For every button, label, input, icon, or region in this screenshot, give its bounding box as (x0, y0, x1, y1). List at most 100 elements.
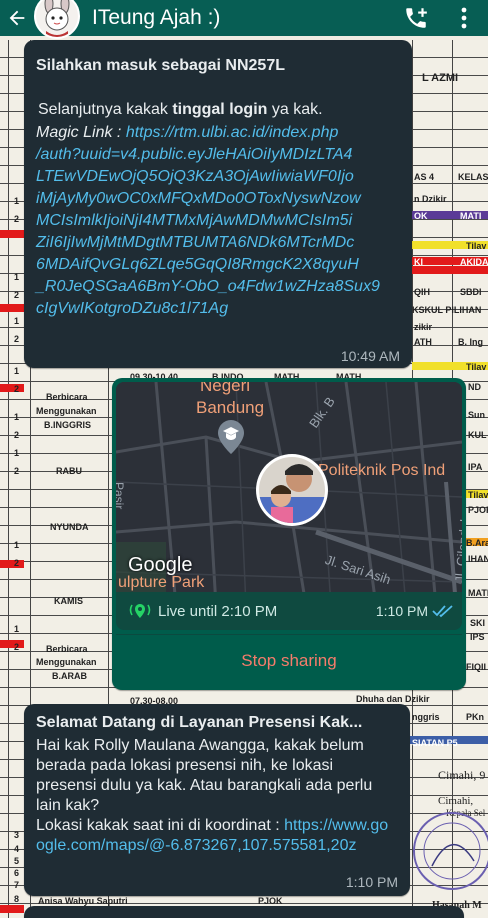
wallpaper-row-number: 2 (14, 334, 20, 344)
incoming-message-bubble[interactable]: Silahkan masuk sebagai NN257L Selanjutny… (24, 40, 412, 368)
wallpaper-text: KELAS (458, 172, 488, 182)
chat-header: ITeung Ajah :) (0, 0, 488, 39)
more-options-button[interactable] (440, 0, 488, 36)
wallpaper-row-number: 5 (14, 856, 20, 866)
wallpaper-text: L AZMI (422, 72, 459, 84)
wallpaper-text: MATI (460, 211, 482, 221)
wallpaper-row-number: 2 (14, 558, 20, 568)
wallpaper-text: MATI (468, 588, 488, 598)
link-line: https://rtm.ulbi.ac.id/index.php (125, 124, 339, 141)
wallpaper-row-number: 1 (14, 272, 20, 282)
wallpaper-row-number: 1 (14, 316, 20, 326)
location-label: Lokasi kakak saat ini di koordinat : (36, 817, 285, 834)
wallpaper-text: SIATAN P5 (412, 738, 458, 748)
wallpaper-text: PKn (466, 712, 484, 722)
live-location-icon (129, 604, 151, 618)
wallpaper-text: Anisa Wahyu Saputri (38, 896, 128, 906)
wallpaper-text: ND (468, 382, 481, 392)
wallpaper-text: PJOK (468, 505, 488, 515)
wallpaper-row-number: 2 (14, 430, 20, 440)
wallpaper-row-number: 1 (14, 196, 20, 206)
wallpaper-text: SKI (470, 618, 486, 628)
stop-sharing-button[interactable]: Stop sharing (116, 634, 462, 686)
wallpaper-row-number: 1 (14, 624, 20, 634)
magic-link-label: Magic Link : (36, 124, 126, 141)
map-label: Negeri (200, 382, 251, 395)
magic-link[interactable]: https://rtm.ulbi.ac.id/index.php/auth?uu… (36, 124, 380, 317)
wallpaper-text: B. Ing (458, 337, 483, 347)
map-label: Bandung (196, 398, 265, 417)
wallpaper-text: RABU (56, 466, 82, 476)
incoming-message-bubble[interactable] (24, 906, 464, 918)
link-line: MCIsImlkIjoiNjI4MTMxMjAwMDMwMCIsIm5i (36, 212, 353, 229)
wallpaper-text: IPS (470, 632, 485, 642)
wallpaper-text: Dhuha dan Dzikir (356, 694, 430, 704)
link-line: cIgVwIKotgroDZu8c1l71Ag (36, 300, 229, 317)
contact-avatar[interactable] (34, 0, 80, 39)
wallpaper-row-number: 2 (14, 642, 20, 652)
wallpaper-text: KAMIS (54, 596, 83, 606)
wallpaper-text: B.Ara (466, 538, 488, 548)
wallpaper-text: Cimahi, 9 (438, 768, 486, 782)
wallpaper-band (412, 266, 488, 274)
add-call-icon (406, 8, 427, 28)
wallpaper-text: Tilav (466, 241, 487, 251)
wallpaper-row-number: 2 (14, 466, 20, 476)
wallpaper-band (0, 905, 24, 913)
link-line: iMjAyMy0wOC0xMFQxMDo0OToxNyswNzow (36, 190, 361, 207)
wallpaper-row-number: 1 (14, 412, 20, 422)
wallpaper-text: Sun (468, 410, 485, 420)
wallpaper-text: Berbicara (46, 392, 88, 402)
link-line: _R0JeQSGaA6BmY-ObO_o4Fdw1wZHza8Sux9 (36, 278, 380, 295)
read-receipt-icon (432, 605, 453, 618)
magic-link-text: Magic Link : https://rtm.ulbi.ac.id/inde… (36, 122, 406, 320)
wallpaper-row-number: 2 (14, 290, 20, 300)
wallpaper-text: PJOK (258, 896, 283, 906)
message-time: 10:49 AM (340, 348, 400, 364)
wallpaper-row-number: 1 (14, 448, 20, 458)
map-label: Pasir (116, 482, 126, 510)
wallpaper-row-number: 2 (14, 384, 20, 394)
wallpaper-text: Berbicara (46, 644, 88, 654)
wallpaper-row-number: 3 (14, 830, 20, 840)
wallpaper-band (0, 304, 24, 312)
wallpaper-band (0, 230, 24, 238)
wallpaper-band (0, 384, 24, 392)
wallpaper-row-number: 8 (14, 894, 20, 904)
message-text: Selanjutnya kakak tinggal login ya kak. (38, 99, 323, 120)
avatar-image (36, 0, 78, 37)
map-label: regar (116, 432, 118, 461)
live-location-map[interactable]: Negeri Bandung Blk. B Politeknik Pos Ind… (116, 382, 462, 606)
wallpaper-row-number: 7 (14, 880, 20, 890)
live-until-text: Live until 2:10 PM (158, 602, 278, 620)
wallpaper-row-number: 1 (14, 366, 20, 376)
wallpaper-row-number: 2 (14, 214, 20, 224)
live-location-status: Live until 2:10 PM 1:10 PM (116, 592, 462, 630)
message-title: Selamat Datang di Layanan Presensi Kak..… (36, 714, 363, 731)
wallpaper-text: AS 4 (414, 172, 435, 182)
wallpaper-col (8, 40, 9, 918)
contact-name[interactable]: ITeung Ajah :) (92, 6, 392, 30)
incoming-message-bubble[interactable]: Selamat Datang di Layanan Presensi Kak..… (24, 704, 410, 896)
outgoing-live-location-bubble[interactable]: Negeri Bandung Blk. B Politeknik Pos Ind… (112, 378, 466, 690)
avatar-photo (259, 457, 325, 523)
wallpaper-row-number: 1 (14, 540, 20, 550)
message-bold-text: tinggal login (172, 101, 268, 118)
link-line: 6MDAifQvGLq6ZLqe5GqQI8RmgcK2X8qyuH (36, 256, 359, 273)
back-button[interactable] (0, 0, 34, 36)
wallpaper-text: IHAN (468, 554, 488, 564)
link-line: LTEwVDEwOjQ5OjQ3KzA3OjAwIiwiaWF0Ijo (36, 168, 354, 185)
wallpaper-band (0, 640, 24, 648)
wallpaper-text: B.INGGRIS (44, 420, 92, 430)
link-line: ZiI6IjIwMjMtMDgtMTBUMTA6NDk6MTcrMDc (36, 234, 355, 251)
wallpaper-text: QIH (414, 287, 431, 297)
wallpaper-band (0, 560, 24, 568)
add-call-button[interactable] (392, 0, 440, 36)
wallpaper-row-number: 6 (14, 868, 20, 878)
wallpaper-text: nggris (412, 712, 440, 722)
link-line: /auth?uuid=v4.public.eyJleHAiOiIyMDIzLTA… (36, 146, 353, 163)
wallpaper-text: FIQII (466, 662, 486, 672)
wallpaper-text: KSKUL PILIHAN (412, 305, 482, 315)
wallpaper-text: zikir (414, 322, 433, 332)
wallpaper-text: IPA (468, 462, 483, 472)
